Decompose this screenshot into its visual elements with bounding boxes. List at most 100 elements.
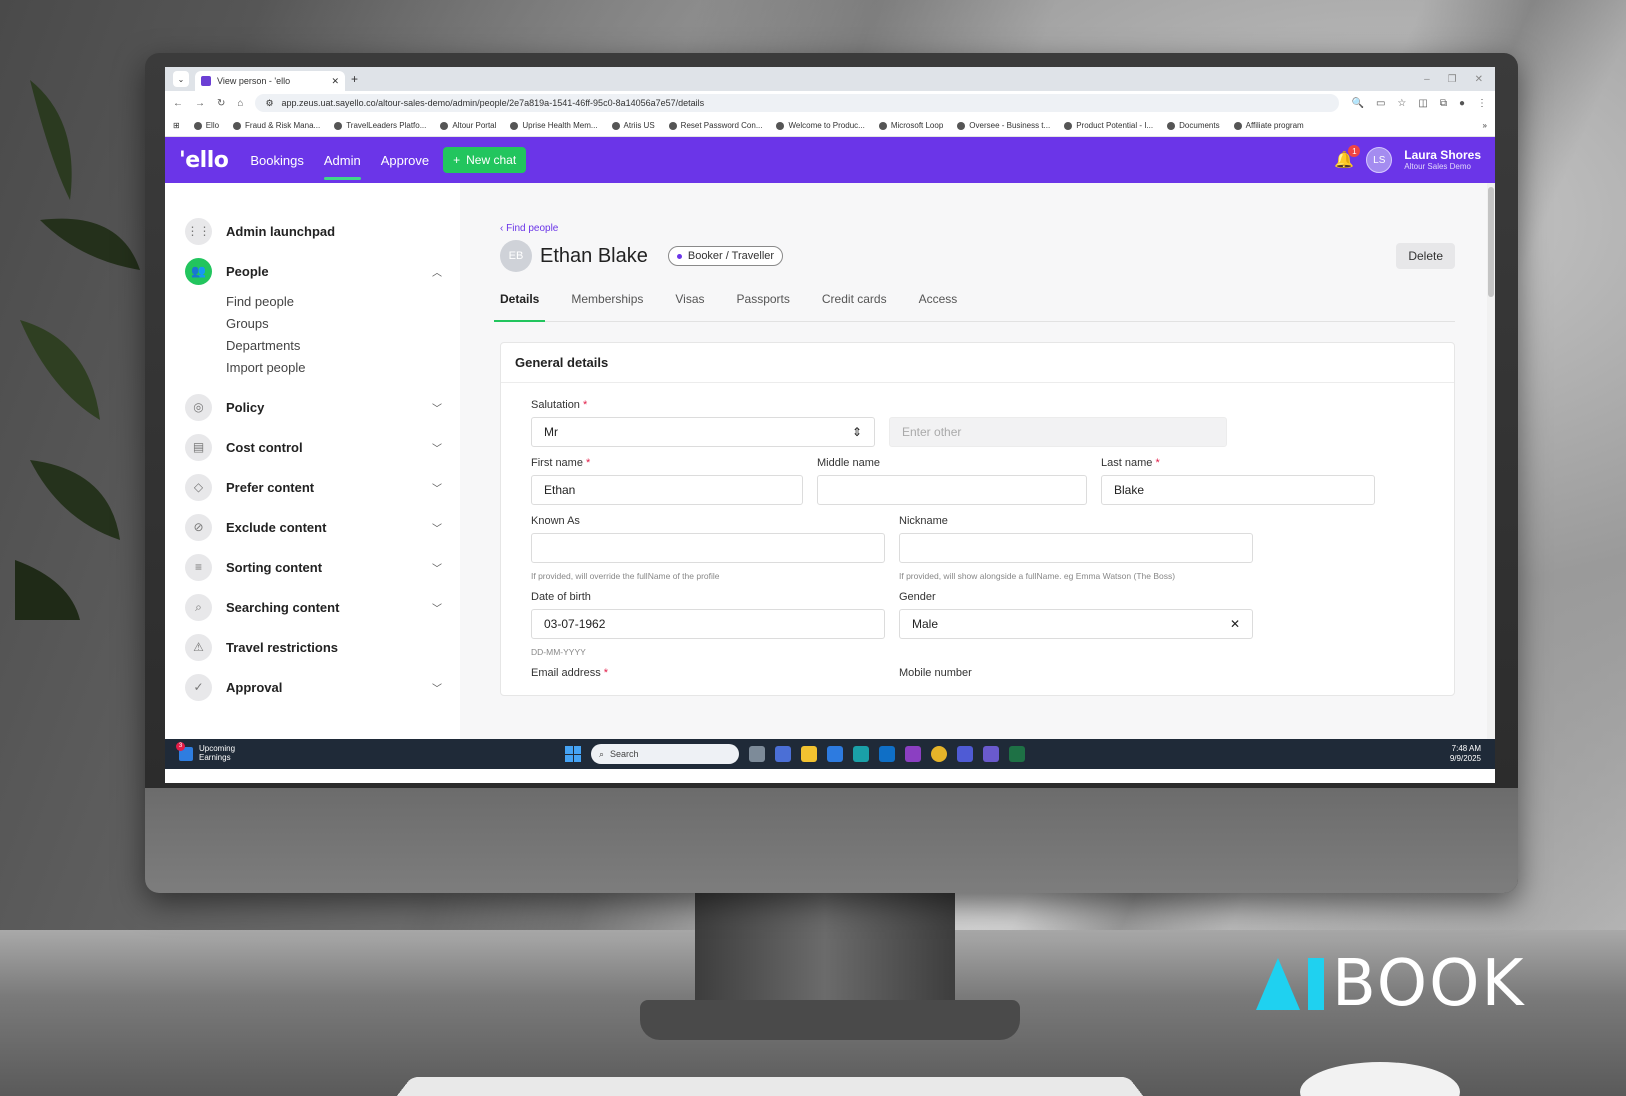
- minimize-icon[interactable]: –: [1424, 74, 1430, 85]
- submenu-item[interactable]: Find people: [226, 291, 442, 313]
- tab-memberships[interactable]: Memberships: [571, 292, 643, 321]
- taskbar-clock[interactable]: 7:48 AM 9/9/2025: [1450, 744, 1481, 763]
- tab-credit-cards[interactable]: Credit cards: [822, 292, 887, 321]
- bookmark-item[interactable]: Welcome to Produc...: [776, 121, 865, 130]
- browser-tab[interactable]: View person - 'ello ✕: [195, 71, 345, 91]
- last-name-input[interactable]: Blake: [1101, 475, 1375, 505]
- bookmark-item[interactable]: TravelLeaders Platfo...: [334, 121, 426, 130]
- submenu-item[interactable]: Groups: [226, 313, 442, 335]
- file-explorer-icon[interactable]: [801, 746, 817, 762]
- bookmark-item[interactable]: Ello: [193, 121, 219, 130]
- sidebar-item-prefer-content[interactable]: ◇ Prefer content ﹀: [185, 467, 442, 507]
- url-field[interactable]: ⚙ app.zeus.uat.sayello.co/altour-sales-d…: [255, 94, 1340, 112]
- chevron-down-icon[interactable]: ﹀: [432, 560, 442, 575]
- bookmark-item[interactable]: Altour Portal: [440, 121, 496, 130]
- start-windows-icon[interactable]: [565, 746, 581, 762]
- bookmark-item[interactable]: Documents: [1167, 121, 1220, 130]
- tab-details[interactable]: Details: [493, 292, 546, 322]
- more-bookmarks-icon[interactable]: »: [1483, 121, 1487, 130]
- gender-select[interactable]: Male ✕: [899, 609, 1253, 639]
- chevron-down-icon[interactable]: ﹀: [432, 440, 442, 455]
- dob-input[interactable]: 03-07-1962: [531, 609, 885, 639]
- nav-approve[interactable]: Approve: [381, 137, 429, 183]
- task-view-icon[interactable]: [749, 746, 765, 762]
- edge-icon[interactable]: [853, 746, 869, 762]
- bookmark-item[interactable]: Uprise Health Mem...: [510, 121, 598, 130]
- profile-avatar-icon[interactable]: ●: [1459, 98, 1465, 109]
- tab-visas[interactable]: Visas: [675, 292, 704, 321]
- restore-icon[interactable]: ❐: [1448, 74, 1457, 85]
- home-icon[interactable]: ⌂: [237, 98, 243, 109]
- reload-icon[interactable]: ↻: [217, 98, 225, 109]
- nickname-input[interactable]: [899, 533, 1253, 563]
- sidebar-item-sorting-content[interactable]: ≡ Sorting content ﹀: [185, 547, 442, 587]
- submenu-item[interactable]: Import people: [226, 357, 442, 379]
- bookmark-star-icon[interactable]: ☆: [1397, 98, 1406, 109]
- find-people-back-link[interactable]: ‹ Find people: [500, 223, 1455, 234]
- excel-icon[interactable]: [1009, 746, 1025, 762]
- sidebar-item-exclude-content[interactable]: ⊘ Exclude content ﹀: [185, 507, 442, 547]
- sidebar-item-policy[interactable]: ◎ Policy ﹀: [185, 387, 442, 427]
- sidebar-item-people[interactable]: 👥 People ︿: [185, 251, 442, 291]
- mail-icon[interactable]: [827, 746, 843, 762]
- site-settings-icon[interactable]: ⚙: [265, 98, 273, 109]
- widgets-button[interactable]: 3 Upcoming Earnings: [176, 742, 235, 763]
- chrome-icon[interactable]: [931, 746, 947, 762]
- apps-grid-icon[interactable]: ⊞: [173, 121, 180, 130]
- bookmark-item[interactable]: Affiliate program: [1233, 121, 1304, 130]
- window-close-icon[interactable]: ✕: [1475, 74, 1483, 85]
- known-as-input[interactable]: [531, 533, 885, 563]
- teams-chat-icon[interactable]: [983, 746, 999, 762]
- bookmark-item[interactable]: Product Potential - I...: [1064, 121, 1153, 130]
- bookmark-item[interactable]: Atriis US: [611, 121, 655, 130]
- onenote-icon[interactable]: [905, 746, 921, 762]
- delete-button[interactable]: Delete: [1396, 243, 1455, 269]
- forward-icon[interactable]: →: [195, 98, 205, 109]
- sidebar-item-approval[interactable]: ✓ Approval ﹀: [185, 667, 442, 707]
- clear-gender-icon[interactable]: ✕: [1230, 617, 1240, 631]
- chevron-up-icon[interactable]: ︿: [432, 264, 442, 279]
- chevron-down-icon[interactable]: ﹀: [432, 480, 442, 495]
- tab-passports[interactable]: Passports: [737, 292, 790, 321]
- chevron-down-icon[interactable]: ﹀: [432, 680, 442, 695]
- tab-access[interactable]: Access: [919, 292, 958, 321]
- bookmark-item[interactable]: Microsoft Loop: [878, 121, 943, 130]
- notifications-bell-icon[interactable]: 🔔 1: [1334, 145, 1361, 170]
- copilot-icon[interactable]: [957, 746, 973, 762]
- chevron-down-icon[interactable]: ﹀: [432, 600, 442, 615]
- bookmark-item[interactable]: Reset Password Con...: [668, 121, 762, 130]
- user-avatar[interactable]: LS: [1366, 147, 1393, 173]
- middle-name-input[interactable]: [817, 475, 1087, 505]
- submenu-item[interactable]: Departments: [226, 335, 442, 357]
- ello-logo[interactable]: 'ello: [179, 148, 229, 173]
- nav-admin[interactable]: Admin: [323, 137, 361, 183]
- user-menu[interactable]: Laura Shores Altour Sales Demo: [1404, 149, 1481, 171]
- sidebar-item-searching-content[interactable]: ⌕ Searching content ﹀: [185, 587, 442, 627]
- scroll-thumb[interactable]: [1488, 187, 1494, 297]
- bookmark-item[interactable]: Oversee - Business t...: [957, 121, 1050, 130]
- bookmark-item[interactable]: Fraud & Risk Mana...: [233, 121, 320, 130]
- new-tab-icon[interactable]: +: [351, 72, 358, 86]
- outlook-icon[interactable]: [879, 746, 895, 762]
- close-tab-icon[interactable]: ✕: [331, 76, 339, 87]
- zoom-icon[interactable]: 🔍: [1351, 98, 1363, 109]
- salutation-select[interactable]: Mr ⇕: [531, 417, 875, 447]
- other-salutation-input[interactable]: Enter other: [889, 417, 1227, 447]
- first-name-input[interactable]: Ethan: [531, 475, 803, 505]
- sidebar-item-travel-restrictions[interactable]: ⚠ Travel restrictions: [185, 627, 442, 667]
- extensions-puzzle-icon[interactable]: ⧉: [1440, 98, 1447, 109]
- extension-icon[interactable]: ◫: [1418, 98, 1427, 109]
- new-chat-button[interactable]: + New chat: [443, 147, 527, 173]
- chevron-down-icon[interactable]: ﹀: [432, 520, 442, 535]
- sidebar-item-admin-launchpad[interactable]: ⋮⋮ Admin launchpad: [185, 211, 442, 251]
- chevron-down-icon[interactable]: ﹀: [432, 400, 442, 415]
- taskbar-search[interactable]: ⌕ Search: [591, 744, 739, 764]
- page-scrollbar[interactable]: [1487, 183, 1495, 739]
- back-icon[interactable]: ←: [173, 98, 183, 109]
- teams-icon[interactable]: [775, 746, 791, 762]
- tab-list-chevron-icon[interactable]: ⌄: [173, 71, 189, 87]
- cast-icon[interactable]: ▭: [1376, 98, 1385, 109]
- browser-menu-icon[interactable]: ⋮: [1477, 98, 1487, 109]
- nav-bookings[interactable]: Bookings: [250, 137, 303, 183]
- sidebar-item-cost-control[interactable]: ▤ Cost control ﹀: [185, 427, 442, 467]
